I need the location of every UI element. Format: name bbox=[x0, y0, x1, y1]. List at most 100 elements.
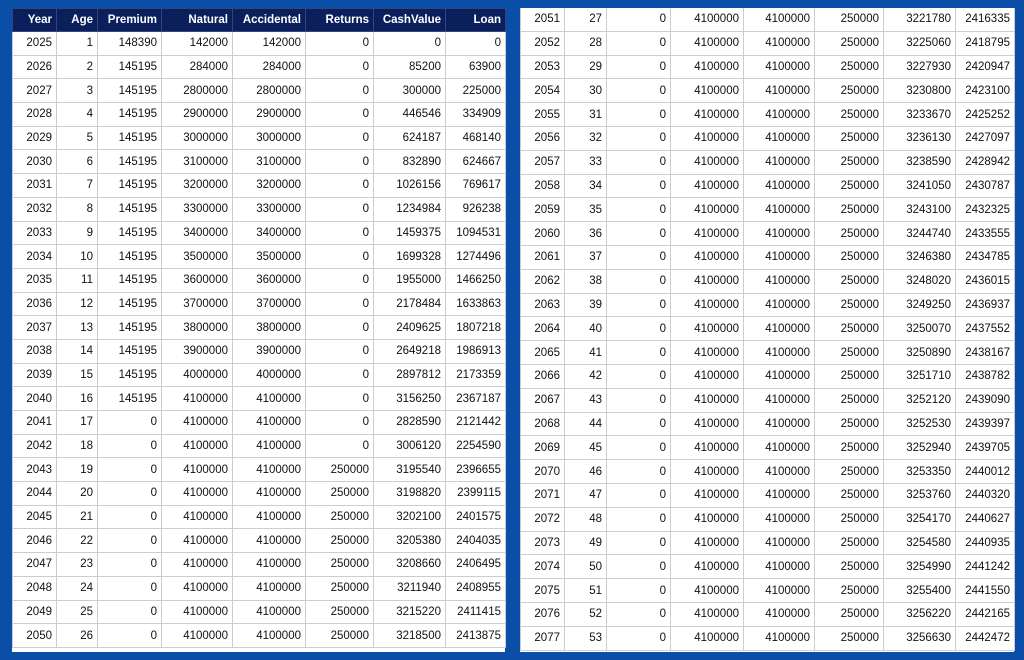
cell-natural: 4100000 bbox=[670, 244, 744, 270]
cell-year: 2059 bbox=[520, 197, 565, 223]
cell-loan: 2413875 bbox=[445, 623, 506, 648]
cell-loan: 2440012 bbox=[955, 459, 1015, 484]
cell-premium: 0 bbox=[606, 197, 671, 223]
cell-premium: 145195 bbox=[97, 102, 162, 127]
cell-cashvalue: 3208660 bbox=[373, 552, 446, 577]
table-row: 2066 42 0 4100000 4100000 250000 3251710 243878… bbox=[520, 363, 1015, 389]
cell-age: 20 bbox=[56, 481, 98, 506]
cell-accidental: 4100000 bbox=[232, 575, 306, 601]
cell-premium: 145195 bbox=[97, 149, 162, 175]
right-data-table: 2051 27 0 4100000 4100000 250000 3221780 241633… bbox=[520, 8, 1015, 651]
cell-natural: 4100000 bbox=[670, 30, 744, 56]
cell-age: 29 bbox=[564, 54, 607, 80]
cell-premium: 0 bbox=[606, 530, 671, 556]
table-row: 2025 1 148390 142000 142000 0 0 0 bbox=[12, 31, 506, 56]
cell-cashvalue: 3252530 bbox=[883, 411, 956, 437]
cell-age: 11 bbox=[56, 267, 98, 293]
cell-cashvalue: 3252940 bbox=[883, 435, 956, 461]
cell-cashvalue: 3211940 bbox=[373, 575, 446, 601]
cell-accidental: 4100000 bbox=[743, 30, 815, 56]
cell-age: 8 bbox=[56, 196, 98, 222]
cell-natural: 4100000 bbox=[670, 363, 744, 389]
cell-natural: 3000000 bbox=[161, 125, 233, 151]
cell-age: 28 bbox=[564, 30, 607, 56]
table-row: 2068 44 0 4100000 4100000 250000 3252530 243939… bbox=[520, 411, 1015, 437]
cell-cashvalue: 3252120 bbox=[883, 387, 956, 413]
cell-accidental: 3600000 bbox=[232, 267, 306, 293]
cell-natural: 4100000 bbox=[670, 506, 744, 532]
header-loan: Loan bbox=[445, 8, 506, 32]
cell-cashvalue: 3233670 bbox=[883, 102, 956, 127]
table-row: 2062 38 0 4100000 4100000 250000 3248020 243601… bbox=[520, 268, 1015, 294]
cell-premium: 145195 bbox=[97, 125, 162, 151]
table-row: 2072 48 0 4100000 4100000 250000 3254170 244062… bbox=[520, 506, 1015, 532]
cell-natural: 2800000 bbox=[161, 78, 233, 104]
cell-accidental: 4100000 bbox=[743, 363, 815, 389]
cell-year: 2042 bbox=[12, 433, 57, 459]
cell-year: 2039 bbox=[12, 362, 57, 388]
cell-loan: 2121442 bbox=[445, 410, 506, 435]
cell-natural: 4100000 bbox=[161, 623, 233, 648]
cell-age: 6 bbox=[56, 149, 98, 175]
header-year: Year bbox=[12, 8, 57, 32]
cell-natural: 4100000 bbox=[670, 316, 744, 342]
left-data-table: Year Age Premium Natural Accidental Retu… bbox=[12, 8, 506, 648]
cell-returns: 0 bbox=[305, 291, 374, 317]
cell-accidental: 4100000 bbox=[743, 125, 815, 151]
table-row: 2033 9 145195 3400000 3400000 0 1459375 1094531 bbox=[12, 220, 506, 246]
cell-year: 2050 bbox=[12, 623, 57, 648]
cell-year: 2052 bbox=[520, 30, 565, 56]
cell-age: 14 bbox=[56, 338, 98, 364]
cell-premium: 0 bbox=[606, 363, 671, 389]
cell-natural: 284000 bbox=[161, 54, 233, 80]
cell-year: 2046 bbox=[12, 528, 57, 554]
cell-returns: 250000 bbox=[814, 506, 884, 532]
table-row: 2049 25 0 4100000 4100000 250000 3215220 241141… bbox=[12, 599, 506, 625]
cell-returns: 250000 bbox=[305, 528, 374, 554]
cell-accidental: 3500000 bbox=[232, 244, 306, 269]
cell-premium: 0 bbox=[606, 316, 671, 342]
header-row: Year Age Premium Natural Accidental Retu… bbox=[12, 8, 506, 32]
cell-year: 2067 bbox=[520, 387, 565, 413]
cell-year: 2029 bbox=[12, 125, 57, 151]
cell-premium: 0 bbox=[606, 30, 671, 56]
cell-year: 2070 bbox=[520, 459, 565, 484]
cell-accidental: 3300000 bbox=[232, 196, 306, 222]
cell-age: 46 bbox=[564, 459, 607, 484]
cell-cashvalue: 3251710 bbox=[883, 363, 956, 389]
cell-premium: 145195 bbox=[97, 196, 162, 222]
cell-premium: 0 bbox=[606, 387, 671, 413]
cell-accidental: 3700000 bbox=[232, 291, 306, 317]
cell-year: 2072 bbox=[520, 506, 565, 532]
cell-age: 12 bbox=[56, 291, 98, 317]
cell-premium: 0 bbox=[97, 504, 162, 530]
cell-loan: 2173359 bbox=[445, 362, 506, 388]
cell-age: 40 bbox=[564, 316, 607, 342]
cell-natural: 4100000 bbox=[670, 292, 744, 318]
cell-cashvalue: 2828590 bbox=[373, 410, 446, 435]
cell-natural: 4100000 bbox=[670, 435, 744, 461]
right-table-panel: 2051 27 0 4100000 4100000 250000 3221780 241633… bbox=[520, 8, 1015, 652]
table-row: 2067 43 0 4100000 4100000 250000 3252120 243909… bbox=[520, 387, 1015, 413]
cell-premium: 0 bbox=[606, 268, 671, 294]
cell-accidental: 4000000 bbox=[232, 362, 306, 388]
cell-accidental: 4100000 bbox=[743, 221, 815, 246]
cell-loan: 2442472 bbox=[955, 625, 1015, 651]
cell-loan: 1094531 bbox=[445, 220, 506, 246]
cell-cashvalue: 85200 bbox=[373, 54, 446, 80]
cell-premium: 0 bbox=[606, 435, 671, 461]
cell-returns: 250000 bbox=[814, 340, 884, 365]
cell-accidental: 4100000 bbox=[232, 504, 306, 530]
table-row: 2055 31 0 4100000 4100000 250000 3233670 242525… bbox=[520, 102, 1015, 127]
cell-accidental: 4100000 bbox=[743, 578, 815, 603]
cell-premium: 0 bbox=[606, 578, 671, 603]
cell-loan: 2433555 bbox=[955, 221, 1015, 246]
cell-cashvalue: 1699328 bbox=[373, 244, 446, 269]
cell-age: 51 bbox=[564, 578, 607, 603]
cell-age: 23 bbox=[56, 552, 98, 577]
cell-loan: 2408955 bbox=[445, 575, 506, 601]
cell-natural: 4100000 bbox=[670, 173, 744, 199]
table-row: 2031 7 145195 3200000 3200000 0 1026156 769617 bbox=[12, 173, 506, 198]
cell-year: 2049 bbox=[12, 599, 57, 625]
cell-loan: 225000 bbox=[445, 78, 506, 104]
